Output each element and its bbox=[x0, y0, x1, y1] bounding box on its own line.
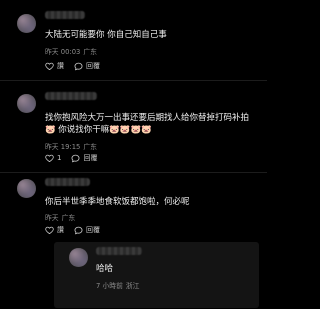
avatar[interactable] bbox=[69, 248, 88, 267]
divider bbox=[0, 80, 267, 81]
username-redacted[interactable] bbox=[96, 247, 142, 255]
avatar[interactable] bbox=[17, 179, 36, 198]
reply-label: 回覆 bbox=[86, 62, 100, 70]
heart-icon bbox=[45, 62, 54, 70]
reply-item: 哈哈 7 小時前 浙江 bbox=[54, 242, 259, 308]
comment-icon bbox=[74, 62, 83, 70]
comment-item: 大陆无可能要你 你自己知自己事 昨天 00:03 广东 讚 回覆 bbox=[0, 0, 267, 70]
reply-time: 7 小時前 bbox=[96, 282, 123, 290]
reply-button[interactable]: 回覆 bbox=[71, 153, 97, 163]
username-redacted[interactable] bbox=[45, 11, 85, 19]
like-count: 1 bbox=[57, 154, 62, 162]
username-redacted[interactable] bbox=[45, 178, 90, 186]
like-label: 讚 bbox=[57, 226, 64, 234]
reply-label: 回覆 bbox=[83, 154, 98, 162]
username-redacted[interactable] bbox=[45, 92, 97, 100]
comment-text-line-2: 🐷 你说找你干嘛🐷🐷🐷🐷 bbox=[45, 125, 152, 135]
comment-meta: 昨天 19:15 广东 bbox=[45, 141, 97, 151]
comment-actions: 讚 回覆 bbox=[45, 61, 110, 71]
like-button[interactable]: 讚 bbox=[45, 61, 64, 71]
comment-item: 找你抱风险大万一出事还要后期找人给你替掉打码补拍 🐷 你说找你干嘛🐷🐷🐷🐷 昨天… bbox=[0, 82, 267, 172]
reply-location: 浙江 bbox=[125, 282, 140, 290]
like-label: 讚 bbox=[57, 62, 64, 70]
reply-meta: 7 小時前 浙江 bbox=[96, 280, 139, 290]
comment-icon bbox=[71, 154, 80, 162]
comment-time: 昨天 19:15 bbox=[45, 143, 81, 151]
comment-location: 广东 bbox=[83, 143, 97, 151]
reply-button[interactable]: 回覆 bbox=[74, 61, 100, 71]
reply-button[interactable]: 回覆 bbox=[74, 225, 100, 235]
comment-actions: 1 回覆 bbox=[45, 153, 107, 163]
reply-text: 哈哈 bbox=[96, 264, 114, 274]
comment-icon bbox=[74, 226, 83, 234]
comment-text: 大陆无可能要你 你自己知自己事 bbox=[45, 30, 167, 40]
like-button[interactable]: 1 bbox=[45, 154, 61, 162]
avatar[interactable] bbox=[17, 14, 36, 33]
heart-icon bbox=[45, 154, 54, 162]
comment-item: 你后半世季季地食软饭都饱啦，何必呢 昨天 广东 讚 回覆 bbox=[0, 175, 267, 237]
comment-location: 广东 bbox=[61, 214, 76, 222]
comment-meta: 昨天 广东 bbox=[45, 212, 75, 222]
heart-icon bbox=[45, 226, 54, 234]
avatar[interactable] bbox=[17, 94, 36, 113]
reply-label: 回覆 bbox=[86, 226, 100, 234]
comment-text: 你后半世季季地食软饭都饱啦，何必呢 bbox=[45, 197, 190, 207]
comment-time: 昨天 00:03 bbox=[45, 48, 81, 56]
like-button[interactable]: 讚 bbox=[45, 225, 64, 235]
comment-time: 昨天 bbox=[45, 214, 59, 222]
divider bbox=[0, 172, 267, 173]
comment-actions: 讚 回覆 bbox=[45, 225, 110, 235]
comment-location: 广东 bbox=[83, 48, 97, 56]
comment-meta: 昨天 00:03 广东 bbox=[45, 46, 97, 56]
